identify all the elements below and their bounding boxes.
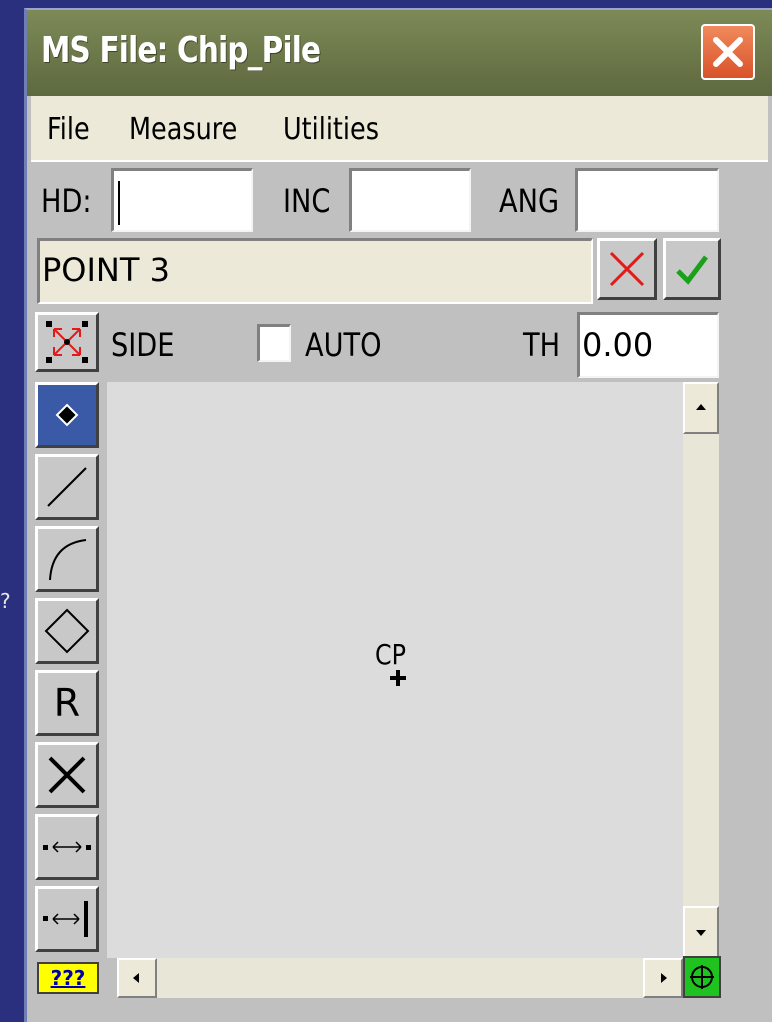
desktop-edge-glyph: ? xyxy=(0,590,10,612)
arrow-left-icon xyxy=(133,973,139,983)
ang-label: ANG xyxy=(499,182,560,220)
help-button[interactable]: ??? xyxy=(37,962,99,994)
tool-line-button[interactable] xyxy=(35,454,99,520)
hd-input[interactable] xyxy=(111,168,253,232)
accept-button[interactable] xyxy=(663,238,721,300)
cancel-x-icon xyxy=(609,251,645,287)
text-caret xyxy=(118,181,120,225)
menu-bar: File Measure Utilities xyxy=(31,96,768,162)
zoom-extents-button[interactable] xyxy=(35,312,99,372)
cancel-button[interactable] xyxy=(597,238,657,300)
checkmark-icon xyxy=(676,255,708,285)
arc-tool-icon xyxy=(49,539,87,581)
scroll-right-button[interactable] xyxy=(643,958,683,998)
scroll-down-button[interactable] xyxy=(683,906,719,958)
tool-x-button[interactable] xyxy=(35,742,99,808)
menu-measure[interactable]: Measure xyxy=(129,112,237,147)
ms-file-window: MS File: Chip_Pile File Measure Utilitie… xyxy=(24,8,772,1022)
polygon-tool-icon xyxy=(44,608,90,654)
hd-label: HD: xyxy=(41,182,92,220)
tool-point-button[interactable] xyxy=(35,382,99,448)
tool-distance-line-button[interactable] xyxy=(35,886,99,952)
inc-input[interactable] xyxy=(349,168,471,232)
auto-label: AUTO xyxy=(305,326,382,364)
close-button[interactable] xyxy=(701,24,755,80)
menu-utilities[interactable]: Utilities xyxy=(283,112,379,147)
zoom-extents-icon xyxy=(46,321,88,363)
scroll-up-button[interactable] xyxy=(683,382,719,434)
close-icon xyxy=(713,37,743,67)
arrow-right-icon xyxy=(661,973,667,983)
side-label: SIDE xyxy=(111,326,175,364)
th-input[interactable]: 0.00 xyxy=(577,312,719,378)
scroll-left-button[interactable] xyxy=(117,958,157,998)
auto-checkbox[interactable] xyxy=(257,324,291,362)
horizontal-scrollbar[interactable] xyxy=(117,958,683,998)
distance-points-icon xyxy=(43,841,91,853)
point-name-field[interactable]: POINT 3 xyxy=(37,238,593,304)
measure-input-row: HD: INC ANG xyxy=(27,162,772,238)
th-value: 0.00 xyxy=(582,326,654,364)
tool-r-button[interactable]: R xyxy=(35,670,99,736)
tool-distance-points-button[interactable] xyxy=(35,814,99,880)
x-tool-icon xyxy=(48,756,86,794)
tool-arc-button[interactable] xyxy=(35,526,99,592)
navigation-button[interactable] xyxy=(683,956,721,998)
point-tool-icon xyxy=(55,403,79,427)
line-tool-icon xyxy=(47,467,87,507)
ang-input[interactable] xyxy=(575,168,719,232)
th-label: TH xyxy=(523,326,561,364)
menu-file[interactable]: File xyxy=(47,112,90,147)
inc-label: INC xyxy=(283,182,331,220)
cp-marker-icon xyxy=(390,670,406,686)
crosshair-icon xyxy=(690,965,714,989)
arrow-down-icon xyxy=(696,930,706,936)
window-title: MS File: Chip_Pile xyxy=(41,30,321,71)
r-tool-icon: R xyxy=(53,681,81,725)
tool-polygon-button[interactable] xyxy=(35,598,99,664)
cp-label: CP xyxy=(375,638,406,671)
arrow-up-icon xyxy=(696,404,706,410)
vertical-scrollbar[interactable] xyxy=(683,382,719,958)
title-bar[interactable]: MS File: Chip_Pile xyxy=(27,10,772,96)
point-name-value: POINT 3 xyxy=(42,251,170,289)
drawing-canvas[interactable]: CP xyxy=(107,382,683,958)
distance-line-icon xyxy=(43,901,88,937)
